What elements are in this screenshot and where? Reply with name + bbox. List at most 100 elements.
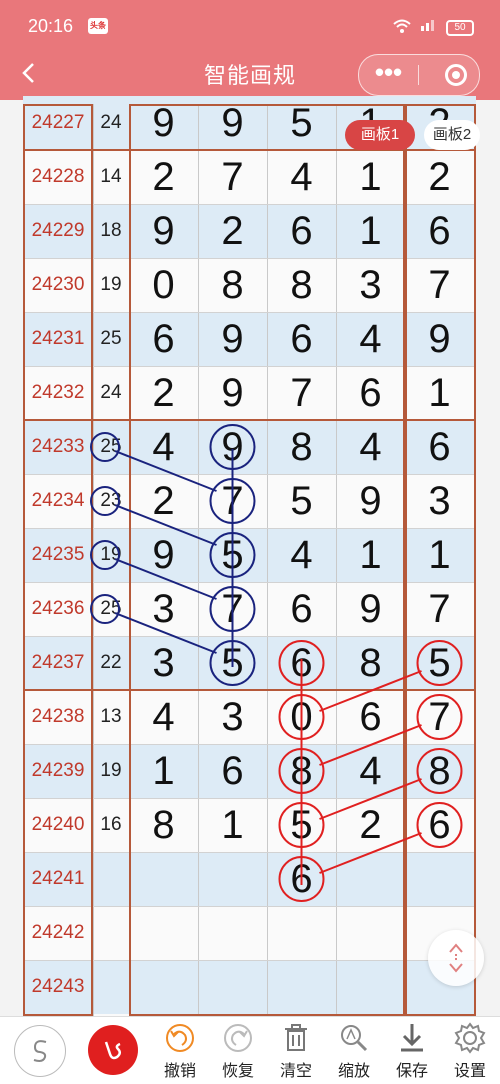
digit-cell[interactable]: 5 <box>405 636 474 690</box>
redo-button[interactable]: 恢复 <box>210 1021 266 1083</box>
digit-cell[interactable]: 1 <box>405 528 474 582</box>
table-row[interactable]: 24238 13 4 3 0 6 7 <box>23 690 476 744</box>
digit-cell[interactable]: 4 <box>267 150 336 204</box>
table-row[interactable]: 24243 <box>23 960 476 1014</box>
scroll-toggle-button[interactable] <box>428 930 484 986</box>
digit-cell[interactable]: 0 <box>267 690 336 744</box>
digit-cell[interactable]: 1 <box>198 798 267 852</box>
undo-button[interactable]: 撤销 <box>152 1021 208 1083</box>
digit-cell[interactable]: 9 <box>198 366 267 420</box>
digit-cell[interactable]: 7 <box>267 366 336 420</box>
digit-cell[interactable]: 6 <box>129 312 198 366</box>
digit-cell[interactable] <box>129 852 198 906</box>
digit-cell[interactable]: 2 <box>129 150 198 204</box>
digit-cell[interactable]: 8 <box>267 258 336 312</box>
digit-cell[interactable] <box>405 852 474 906</box>
lottery-grid[interactable]: 2422724995122422814274122422918926162423… <box>23 96 476 1016</box>
save-button[interactable]: 保存 <box>384 1021 440 1083</box>
digit-cell[interactable]: 1 <box>129 744 198 798</box>
digit-cell[interactable]: 2 <box>129 474 198 528</box>
digit-cell[interactable]: 4 <box>129 690 198 744</box>
table-row[interactable]: 24241 6 <box>23 852 476 906</box>
digit-cell[interactable]: 3 <box>405 474 474 528</box>
digit-cell[interactable]: 6 <box>405 420 474 474</box>
digit-cell[interactable]: 5 <box>267 798 336 852</box>
table-row[interactable]: 24236 25 3 7 6 9 7 <box>23 582 476 636</box>
digit-cell[interactable]: 6 <box>405 204 474 258</box>
clear-button[interactable]: 清空 <box>268 1021 324 1083</box>
table-row[interactable]: 24232 24 2 9 7 6 1 <box>23 366 476 420</box>
digit-cell[interactable]: 9 <box>336 474 405 528</box>
table-row[interactable]: 24235 19 9 5 4 1 1 <box>23 528 476 582</box>
table-row[interactable]: 24239 19 1 6 8 4 8 <box>23 744 476 798</box>
digit-cell[interactable]: 6 <box>336 366 405 420</box>
digit-cell[interactable]: 0 <box>129 258 198 312</box>
tab-board-1[interactable]: 画板1 <box>345 120 415 150</box>
digit-cell[interactable]: 4 <box>267 528 336 582</box>
digit-cell[interactable]: 7 <box>405 258 474 312</box>
digit-cell[interactable]: 4 <box>336 420 405 474</box>
digit-cell[interactable] <box>336 906 405 960</box>
digit-cell[interactable]: 6 <box>336 690 405 744</box>
digit-cell[interactable]: 6 <box>267 582 336 636</box>
digit-cell[interactable]: 8 <box>267 744 336 798</box>
table-row[interactable]: 24234 23 2 7 5 9 3 <box>23 474 476 528</box>
digit-cell[interactable]: 8 <box>198 258 267 312</box>
digit-cell[interactable] <box>267 906 336 960</box>
zoom-button[interactable]: 缩放 <box>326 1021 382 1083</box>
digit-cell[interactable]: 3 <box>198 690 267 744</box>
more-icon[interactable]: ••• <box>359 55 418 95</box>
digit-cell[interactable]: 9 <box>198 312 267 366</box>
digit-cell[interactable]: 9 <box>129 204 198 258</box>
digit-cell[interactable]: 5 <box>267 474 336 528</box>
target-icon[interactable] <box>445 64 467 86</box>
digit-cell[interactable]: 2 <box>336 798 405 852</box>
digit-cell[interactable] <box>198 852 267 906</box>
digit-cell[interactable]: 8 <box>405 744 474 798</box>
digit-cell[interactable] <box>198 906 267 960</box>
digit-cell[interactable]: 9 <box>336 582 405 636</box>
digit-cell[interactable]: 8 <box>336 636 405 690</box>
digit-cell[interactable]: 8 <box>267 420 336 474</box>
tab-board-2[interactable]: 画板2 <box>424 120 480 150</box>
digit-cell[interactable]: 2 <box>198 204 267 258</box>
digit-cell[interactable]: 6 <box>198 744 267 798</box>
table-row[interactable]: 24240 16 8 1 5 2 6 <box>23 798 476 852</box>
digit-cell[interactable] <box>198 960 267 1014</box>
digit-cell[interactable]: 2 <box>129 366 198 420</box>
table-row[interactable]: 24242 <box>23 906 476 960</box>
digit-cell[interactable]: 5 <box>267 96 336 150</box>
digit-cell[interactable]: 6 <box>267 312 336 366</box>
settings-button[interactable]: 设置 <box>442 1021 498 1083</box>
digit-cell[interactable]: 9 <box>129 528 198 582</box>
digit-cell[interactable]: 4 <box>129 420 198 474</box>
pen-mode-button[interactable] <box>88 1025 138 1075</box>
digit-cell[interactable] <box>336 852 405 906</box>
table-row[interactable]: 24237 22 3 5 6 8 5 <box>23 636 476 690</box>
digit-cell[interactable]: 3 <box>129 636 198 690</box>
table-row[interactable]: 24229 18 9 2 6 1 6 <box>23 204 476 258</box>
digit-cell[interactable]: 8 <box>129 798 198 852</box>
digit-cell[interactable]: 1 <box>336 150 405 204</box>
digit-cell[interactable] <box>336 960 405 1014</box>
digit-cell[interactable]: 3 <box>129 582 198 636</box>
digit-cell[interactable]: 9 <box>405 312 474 366</box>
digit-cell[interactable]: 4 <box>336 312 405 366</box>
digit-cell[interactable]: 6 <box>267 852 336 906</box>
digit-cell[interactable] <box>267 960 336 1014</box>
digit-cell[interactable]: 1 <box>336 204 405 258</box>
digit-cell[interactable]: 6 <box>405 798 474 852</box>
digit-cell[interactable]: 7 <box>405 582 474 636</box>
digit-cell[interactable]: 7 <box>198 474 267 528</box>
digit-cell[interactable]: 7 <box>198 582 267 636</box>
table-row[interactable]: 24233 25 4 9 8 4 6 <box>23 420 476 474</box>
digit-cell[interactable]: 6 <box>267 204 336 258</box>
digit-cell[interactable]: 9 <box>129 96 198 150</box>
digit-cell[interactable]: 5 <box>198 528 267 582</box>
digit-cell[interactable]: 7 <box>198 150 267 204</box>
digit-cell[interactable]: 1 <box>405 366 474 420</box>
digit-cell[interactable]: 2 <box>405 150 474 204</box>
curve-mode-button[interactable] <box>14 1025 66 1077</box>
digit-cell[interactable] <box>129 906 198 960</box>
digit-cell[interactable]: 6 <box>267 636 336 690</box>
